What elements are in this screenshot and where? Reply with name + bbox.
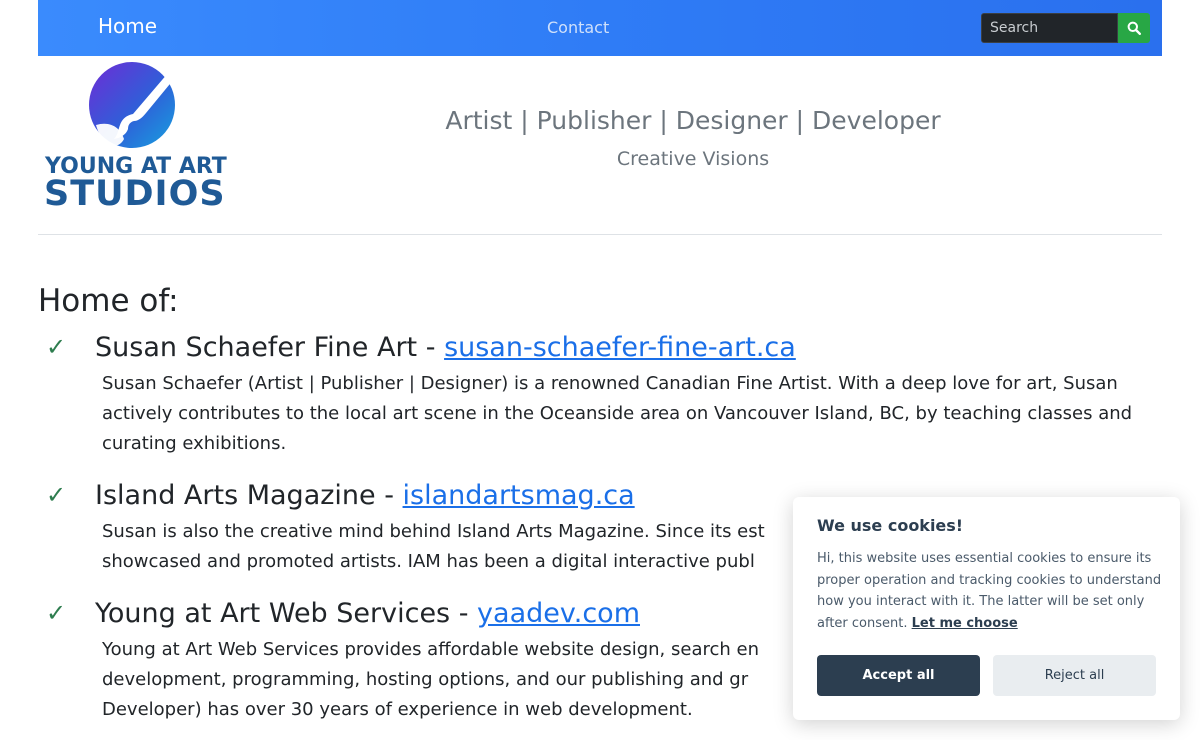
check-icon: ✓ bbox=[46, 599, 67, 627]
item-link[interactable]: yaadev.com bbox=[477, 598, 640, 629]
search-icon bbox=[1127, 21, 1141, 35]
check-icon: ✓ bbox=[46, 481, 67, 509]
search-button[interactable] bbox=[1118, 13, 1150, 43]
page-heading: Home of: bbox=[38, 283, 179, 319]
cookie-text: Hi, this website uses essential cookies … bbox=[817, 551, 1162, 631]
nav-contact-link[interactable]: Contact bbox=[547, 18, 609, 37]
item-title: Island Arts Magazine - islandartsmag.ca bbox=[95, 480, 635, 511]
item-link[interactable]: islandartsmag.ca bbox=[403, 480, 635, 511]
site-tagline: Artist | Publisher | Designer | Develope… bbox=[445, 106, 941, 135]
item-title: Young at Art Web Services - yaadev.com bbox=[95, 598, 640, 629]
item-title: Susan Schaefer Fine Art - susan-schaefer… bbox=[95, 332, 796, 363]
nav-home-link[interactable]: Home bbox=[98, 14, 157, 38]
cookie-title: We use cookies! bbox=[817, 516, 964, 535]
reject-all-button[interactable]: Reject all bbox=[993, 655, 1156, 696]
item-link[interactable]: susan-schaefer-fine-art.ca bbox=[444, 332, 796, 363]
top-navbar: Home Contact bbox=[38, 0, 1162, 56]
item-description: Young at Art Web Services provides affor… bbox=[102, 639, 759, 720]
cookie-consent-dialog: We use cookies! Hi, this website uses es… bbox=[793, 497, 1180, 720]
search-form bbox=[981, 13, 1150, 43]
let-me-choose-link[interactable]: Let me choose bbox=[912, 616, 1018, 631]
site-header: YOUNG AT ART STUDIOS Artist | Publisher … bbox=[38, 56, 1162, 235]
brush-logo-icon bbox=[89, 62, 175, 148]
check-icon: ✓ bbox=[46, 333, 67, 361]
item-description: Susan Schaefer (Artist | Publisher | Des… bbox=[102, 373, 1133, 454]
item-description: Susan is also the creative mind behind I… bbox=[102, 521, 765, 572]
accept-all-button[interactable]: Accept all bbox=[817, 655, 980, 696]
logo-text-line2: STUDIOS bbox=[44, 174, 226, 214]
site-subtagline: Creative Visions bbox=[616, 148, 770, 170]
search-input[interactable] bbox=[981, 13, 1118, 43]
